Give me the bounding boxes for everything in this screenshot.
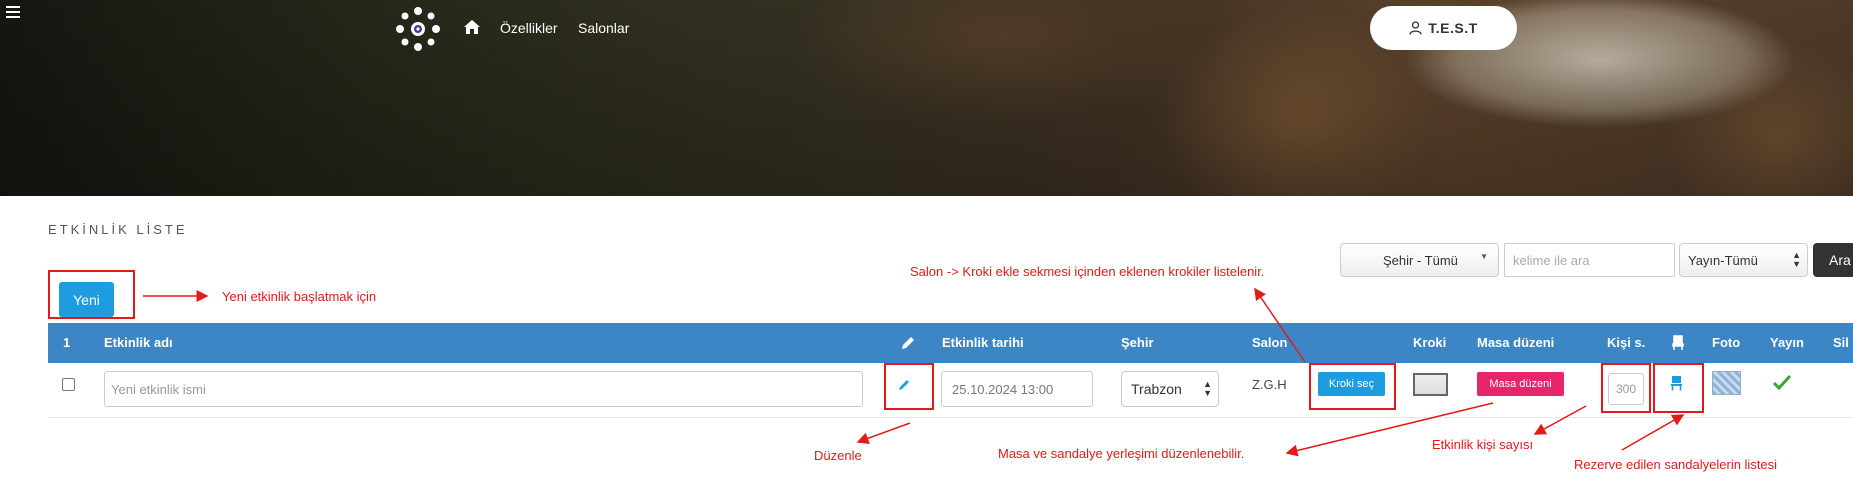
nav-salons[interactable]: Salonlar — [578, 20, 629, 36]
annotation-table-layout: Masa ve sandalye yerleşimi düzenlenebili… — [998, 446, 1245, 461]
logo-icon[interactable] — [393, 4, 443, 54]
menu-icon[interactable] — [6, 6, 20, 21]
annotation-person-count: Etkinlik kişi sayısı — [1432, 437, 1534, 452]
user-icon — [1409, 21, 1422, 35]
annotation-edit: Düzenle — [814, 448, 862, 463]
user-menu-button[interactable]: T.E.S.T — [1370, 6, 1517, 50]
user-name: T.E.S.T — [1428, 20, 1478, 36]
home-icon[interactable] — [463, 19, 481, 35]
annotation-reserved-chairs: Rezerve edilen sandalyelerin listesi — [1574, 457, 1778, 472]
annotation-new-event: Yeni etkinlik başlatmak için — [222, 289, 377, 304]
annotation-kroki-list: Salon -> Kroki ekle sekmesi içinden ekle… — [910, 264, 1265, 279]
page: Özellikler Salonlar T.E.S.T ETKİNLİK LİS… — [0, 0, 1853, 500]
annotation-arrows — [143, 287, 1685, 457]
nav-features[interactable]: Özellikler — [500, 20, 558, 36]
